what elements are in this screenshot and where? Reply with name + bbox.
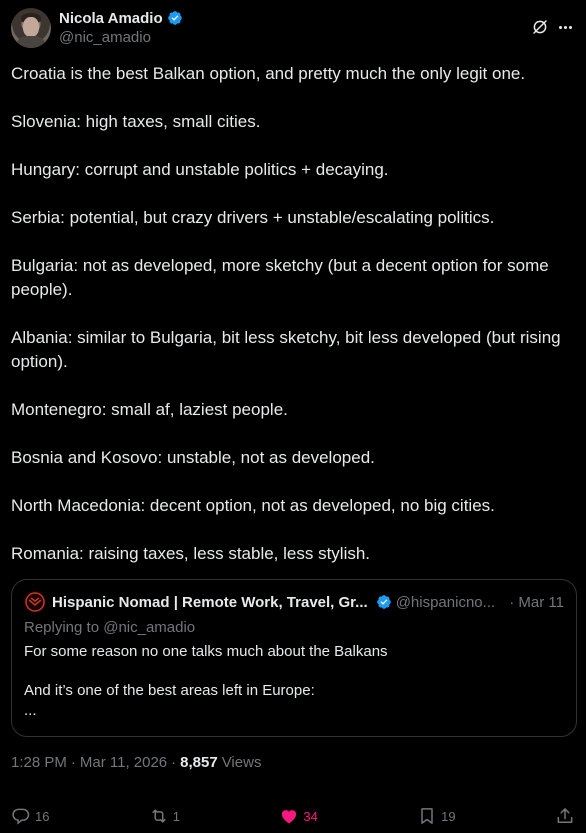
- author-names: Nicola Amadio @nic_amadio: [59, 8, 183, 46]
- quoted-author-logo-icon: [25, 592, 45, 612]
- quoted-paragraph: And it’s one of the best areas left in E…: [24, 682, 315, 719]
- tweet-paragraph: Bosnia and Kosovo: unstable, not as deve…: [11, 448, 375, 467]
- share-button[interactable]: [555, 806, 575, 826]
- verified-badge-icon: [167, 11, 182, 25]
- grok-icon[interactable]: [531, 18, 549, 36]
- reply-icon: [12, 808, 30, 825]
- quoted-paragraph: For some reason no one talks much about …: [24, 643, 388, 660]
- tweet-date[interactable]: Mar 11, 2026: [80, 754, 167, 771]
- tweet-paragraph: Slovenia: high taxes, small cities.: [11, 112, 261, 131]
- quoted-author-handle[interactable]: @hispanicno...: [396, 594, 495, 611]
- meta-separator: ·: [70, 754, 76, 771]
- bookmark-count: 19: [441, 808, 456, 824]
- quoted-author-name[interactable]: Hispanic Nomad | Remote Work, Travel, Gr…: [52, 594, 368, 611]
- tweet-paragraph: Albania: similar to Bulgaria, bit less s…: [11, 328, 561, 371]
- like-count: 34: [303, 808, 318, 824]
- author-name[interactable]: Nicola Amadio: [59, 10, 163, 27]
- more-icon[interactable]: [555, 17, 575, 37]
- tweet-paragraph: North Macedonia: decent option, not as d…: [11, 496, 495, 515]
- verified-badge-icon: [376, 595, 391, 609]
- quoted-tweet-header: Hispanic Nomad | Remote Work, Travel, Gr…: [24, 591, 564, 613]
- reply-button[interactable]: 16: [11, 806, 49, 826]
- tweet-actions: 16 1 34 19: [11, 802, 575, 830]
- repost-icon: [152, 809, 166, 823]
- views-count: 8,857: [180, 754, 218, 771]
- tweet-time[interactable]: 1:28 PM: [11, 754, 67, 771]
- repost-count: 1: [172, 808, 181, 824]
- quoted-replying-to: Replying to @nic_amadio: [24, 619, 196, 636]
- repost-button[interactable]: 1: [149, 806, 180, 826]
- quoted-tweet-body: For some reason no one talks much about …: [24, 642, 564, 721]
- tweet-text: Croatia is the best Balkan option, and p…: [11, 62, 575, 566]
- reply-count: 16: [35, 808, 50, 824]
- views-label: Views: [221, 754, 262, 771]
- bookmark-button[interactable]: 19: [417, 806, 456, 826]
- tweet-paragraph: Serbia: potential, but crazy drivers + u…: [11, 208, 495, 227]
- tweet-paragraph: Montenegro: small af, laziest people.: [11, 400, 288, 419]
- bookmark-icon: [421, 808, 433, 824]
- quoted-author-avatar[interactable]: [24, 591, 46, 613]
- tweet-paragraph: Hungary: corrupt and unstable politics +…: [11, 160, 389, 179]
- share-icon: [557, 808, 573, 823]
- tweet-header: Nicola Amadio @nic_amadio: [11, 8, 575, 50]
- author-avatar[interactable]: [11, 8, 51, 48]
- tweet-paragraph: Croatia is the best Balkan option, and p…: [11, 64, 526, 83]
- heart-icon: [282, 810, 297, 824]
- tweet-meta: 1:28 PM · Mar 11, 2026 · 8,857 Views: [11, 754, 261, 771]
- author-handle[interactable]: @nic_amadio: [59, 29, 183, 46]
- quoted-tweet-date[interactable]: · Mar 11: [509, 594, 564, 611]
- meta-separator: ·: [171, 754, 177, 771]
- tweet-paragraph: Bulgaria: not as developed, more sketchy…: [11, 256, 549, 299]
- quoted-tweet[interactable]: Hispanic Nomad | Remote Work, Travel, Gr…: [11, 579, 577, 737]
- tweet-paragraph: Romania: raising taxes, less stable, les…: [11, 544, 371, 563]
- like-button[interactable]: 34: [279, 806, 318, 826]
